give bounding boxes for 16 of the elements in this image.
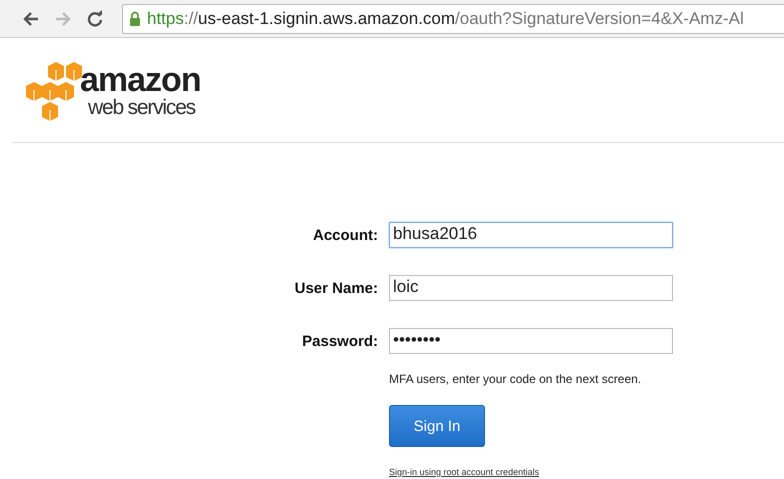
input-field[interactable]: •••••••• <box>389 328 673 354</box>
field-label: User Name: <box>294 280 379 296</box>
field-label: Password: <box>301 332 379 350</box>
url-text: https://us-east-1.signin.aws.amazon.com/oauth?SignatureVersion=4&X-Amz-Al <box>147 8 744 28</box>
address-bar[interactable]: https://us-east-1.signin.aws.amazon.com/oauth?SignatureVersion=4&X-Amz-Al <box>122 4 784 34</box>
sign-in-button[interactable]: Sign In <box>389 405 485 447</box>
root-signin-link[interactable]: Sign-in using root account credentials <box>389 467 540 477</box>
field-label: Account: <box>312 226 379 244</box>
logo-tagline: web services <box>88 97 196 118</box>
back-icon[interactable] <box>22 10 40 26</box>
mfa-note: MFA users, enter your code on the next screen. <box>389 372 642 386</box>
reload-icon[interactable] <box>86 10 104 28</box>
input-field[interactable]: bhusa2016 <box>389 222 673 248</box>
input-field[interactable]: loic <box>389 275 673 301</box>
lock-icon <box>129 11 141 26</box>
logo-wordmark: amazon <box>80 63 201 97</box>
